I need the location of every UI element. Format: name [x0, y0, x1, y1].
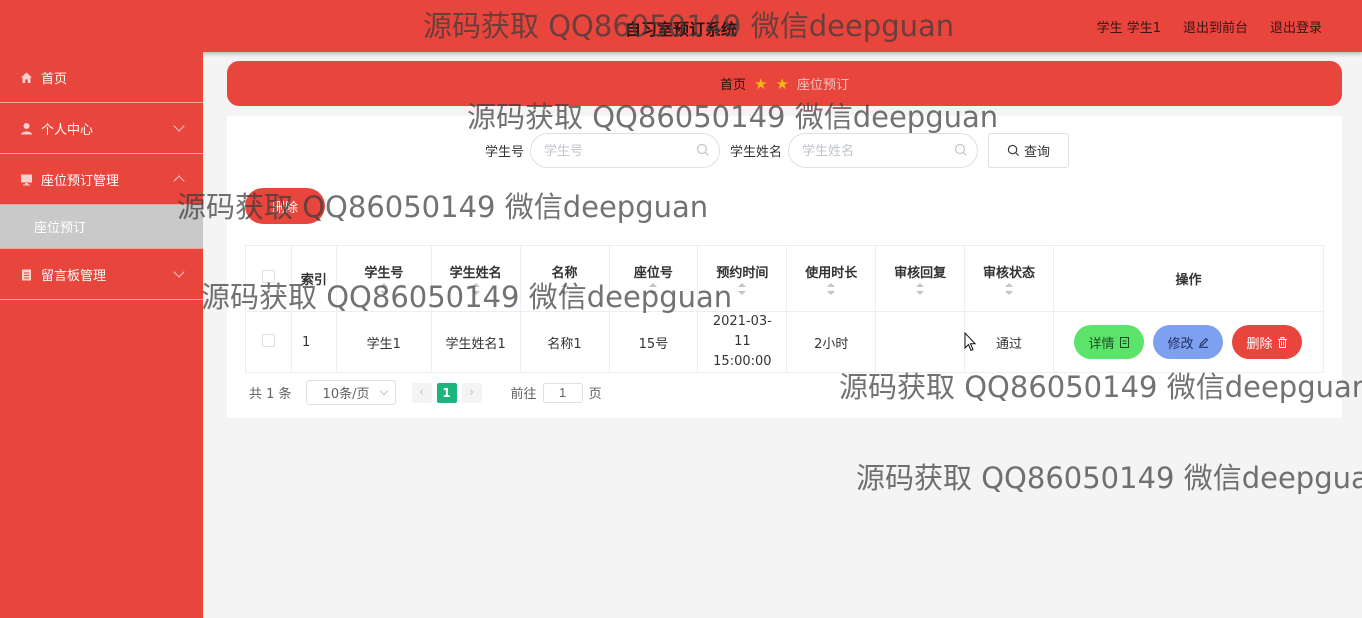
mouse-cursor-icon — [964, 332, 976, 352]
page-number-active[interactable]: 1 — [436, 382, 457, 403]
booking-table: 索引 学生号 学生姓名 名称 座位号 预约时间 使用时长 审核回复 审核状态 操… — [245, 245, 1325, 373]
sidebar-item-label: 座位预订管理 — [41, 173, 120, 189]
watermark: 源码获取 QQ86050149 微信deepguan — [856, 461, 1362, 495]
chevron-down-icon — [173, 120, 185, 132]
sidebar-subitem-seat-booking[interactable]: 座位预订 — [0, 205, 203, 249]
sidebar-item-profile[interactable]: 个人中心 — [0, 103, 203, 154]
chevron-down-icon — [379, 386, 388, 396]
header-actions: 学生 学生1 退出到前台 退出登录 — [1097, 17, 1322, 36]
sidebar-item-label: 留言板管理 — [41, 268, 107, 284]
cell-index: 1 — [290, 311, 337, 373]
next-page-button[interactable]: › — [461, 382, 482, 403]
top-navbar: 自习室预订系统 学生 学生1 退出到前台 退出登录 — [0, 0, 1362, 52]
pagination: 共 1 条 10条/页 ‹ 1 › 前往 页 — [249, 380, 602, 405]
student-name-input[interactable] — [788, 133, 979, 168]
sidebar: 首页 个人中心 座位预订管理 座位预订 留言板管理 — [0, 52, 203, 618]
column-header[interactable]: 审核状态 — [964, 245, 1054, 312]
home-icon — [20, 71, 33, 84]
sort-icon[interactable] — [827, 283, 836, 295]
pencil-icon — [1199, 337, 1209, 348]
cell-time: 2021-03-11 15:00:00 — [697, 311, 788, 373]
student-no-field — [530, 133, 721, 168]
cell-duration: 2小时 — [786, 311, 877, 373]
main-panel: 学生号 学生姓名 查询 删除 索引 学生号 学生姓名 名称 座位号 — [227, 116, 1342, 418]
batch-delete-button[interactable]: 删除 — [245, 188, 325, 224]
goto-page-input[interactable] — [542, 382, 583, 403]
search-form: 学生号 学生姓名 查询 — [485, 133, 1070, 168]
search-icon — [1007, 144, 1020, 157]
current-user: 学生 学生1 — [1096, 21, 1161, 36]
cell-status: 通过 — [964, 311, 1054, 373]
column-header[interactable]: 学生号 — [335, 245, 432, 312]
sidebar-item-label: 首页 — [41, 71, 68, 87]
sidebar-item-label: 座位预订 — [34, 221, 87, 236]
sort-icon[interactable] — [649, 283, 658, 295]
logout-link[interactable]: 退出登录 — [1270, 17, 1322, 36]
query-button-label: 查询 — [1024, 145, 1051, 160]
delete-button[interactable]: 删除 — [1232, 325, 1303, 359]
star-icon: ★ — [754, 74, 768, 93]
detail-button[interactable]: 详情 — [1074, 325, 1145, 359]
breadcrumb-current: 座位预订 — [796, 78, 849, 93]
column-header[interactable]: 索引 — [290, 245, 337, 312]
user-icon — [20, 122, 33, 135]
goto-page: 前往 页 — [510, 382, 602, 403]
column-header[interactable]: 使用时长 — [786, 245, 877, 312]
page-size-select[interactable]: 10条/页 — [305, 380, 396, 405]
column-header[interactable]: 学生姓名 — [430, 245, 521, 312]
sort-icon[interactable] — [379, 283, 388, 295]
breadcrumb: 首页 ★ ★ 座位预订 — [227, 61, 1342, 106]
clipboard-icon — [20, 268, 33, 281]
back-to-front-link[interactable]: 退出到前台 — [1183, 17, 1248, 36]
select-all-checkbox[interactable] — [261, 270, 275, 283]
cell-student-name: 学生姓名1 — [430, 311, 521, 373]
row-select-cell — [245, 311, 292, 373]
chevron-down-icon — [173, 266, 185, 278]
student-no-input[interactable] — [530, 133, 721, 168]
table-row: 1 学生1 学生姓名1 名称1 15号 2021-03-11 15:00:00 … — [245, 311, 1325, 373]
star-icon: ★ — [775, 74, 789, 93]
sort-icon[interactable] — [738, 283, 747, 295]
monitor-icon — [20, 173, 33, 186]
document-icon — [1120, 336, 1130, 348]
column-header[interactable]: 座位号 — [608, 245, 699, 312]
sort-icon[interactable] — [916, 283, 925, 295]
breadcrumb-home[interactable]: 首页 — [720, 74, 746, 93]
page-size-value: 10条/页 — [322, 387, 370, 402]
total-count: 共 1 条 — [249, 387, 292, 402]
sort-icon[interactable] — [560, 283, 569, 295]
trash-icon — [1278, 336, 1288, 348]
goto-prefix: 前往 — [510, 387, 537, 402]
student-name-label: 学生姓名 — [730, 145, 783, 160]
sidebar-item-label: 个人中心 — [41, 122, 94, 138]
select-all-header — [245, 245, 292, 312]
student-no-label: 学生号 — [485, 145, 525, 160]
cell-reply — [875, 311, 966, 373]
cell-name: 名称1 — [519, 311, 610, 373]
cell-student-no: 学生1 — [335, 311, 432, 373]
student-name-field — [788, 133, 979, 168]
search-icon — [954, 143, 967, 156]
sidebar-item-home[interactable]: 首页 — [0, 52, 203, 103]
edit-button[interactable]: 修改 — [1153, 325, 1224, 359]
cell-actions: 详情 修改 删除 — [1052, 311, 1325, 373]
sidebar-item-message-board-mgmt[interactable]: 留言板管理 — [0, 249, 203, 300]
sort-icon[interactable] — [471, 283, 480, 295]
sort-icon[interactable] — [1005, 283, 1014, 295]
row-checkbox[interactable] — [261, 333, 275, 347]
sidebar-item-seat-booking-mgmt[interactable]: 座位预订管理 — [0, 154, 203, 205]
goto-suffix: 页 — [588, 387, 602, 402]
prev-page-button[interactable]: ‹ — [411, 382, 432, 403]
chevron-up-icon — [173, 175, 185, 187]
query-button[interactable]: 查询 — [988, 133, 1070, 168]
column-header: 操作 — [1052, 245, 1325, 312]
column-header[interactable]: 预约时间 — [697, 245, 788, 312]
cell-seat: 15号 — [608, 311, 699, 373]
table-header-row: 索引 学生号 学生姓名 名称 座位号 预约时间 使用时长 审核回复 审核状态 操… — [245, 245, 1325, 312]
column-header[interactable]: 名称 — [519, 245, 610, 312]
column-header[interactable]: 审核回复 — [875, 245, 966, 312]
search-icon — [696, 143, 709, 156]
